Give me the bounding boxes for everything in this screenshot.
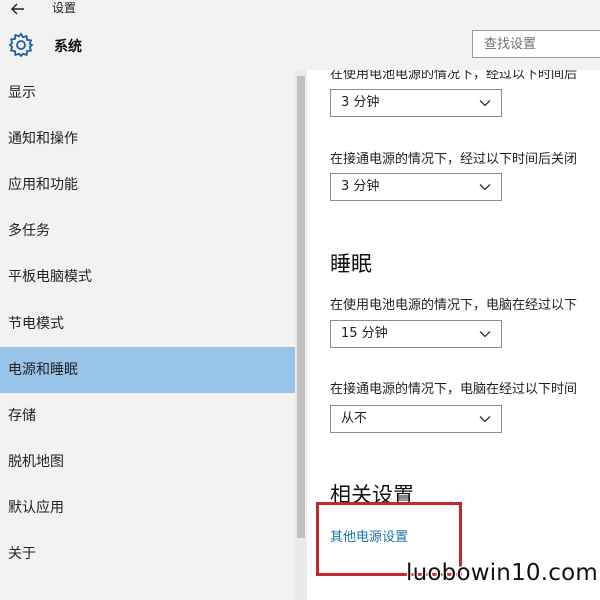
- window-title: 设置: [52, 1, 77, 15]
- select-value: 从不: [341, 411, 368, 426]
- page-title: 系统: [54, 39, 82, 55]
- sleep-plugged-select[interactable]: 从不: [330, 405, 502, 433]
- title-bar: 设置: [0, 0, 600, 20]
- sidebar-item-power-sleep[interactable]: 电源和睡眠: [0, 347, 295, 393]
- header: 系统: [0, 20, 600, 70]
- chevron-down-icon: [479, 331, 491, 338]
- screen-battery-select[interactable]: 3 分钟: [330, 89, 502, 117]
- sidebar-item-multitasking[interactable]: 多任务: [0, 208, 295, 254]
- sidebar-item-label: 应用和功能: [8, 177, 78, 193]
- screen-plugged-desc: 在接通电源的情况下，经过以下时间后关闭: [330, 152, 578, 167]
- sidebar-item-offline-maps[interactable]: 脱机地图: [0, 439, 295, 485]
- search-input[interactable]: [472, 30, 600, 58]
- arrow-left-icon: [11, 3, 24, 15]
- sleep-section-title: 睡眠: [330, 252, 372, 276]
- select-value: 15 分钟: [341, 326, 388, 341]
- sidebar: 显示 通知和操作 应用和功能 多任务 平板电脑模式 节电模式 电源和睡眠 存储 …: [0, 70, 295, 600]
- chevron-down-icon: [479, 100, 491, 107]
- sidebar-item-label: 脱机地图: [8, 454, 64, 470]
- sidebar-item-storage[interactable]: 存储: [0, 393, 295, 439]
- sleep-plugged-desc: 在接通电源的情况下，电脑在经过以下时间: [330, 382, 578, 397]
- watermark: luobowin10.com: [406, 560, 598, 586]
- sidebar-item-about[interactable]: 关于: [0, 531, 295, 577]
- sidebar-item-label: 关于: [8, 546, 36, 562]
- select-value: 3 分钟: [341, 95, 380, 110]
- sidebar-item-label: 多任务: [8, 223, 50, 239]
- sidebar-item-battery-saver[interactable]: 节电模式: [0, 301, 295, 347]
- sleep-battery-select[interactable]: 15 分钟: [330, 320, 502, 348]
- scrollbar-thumb[interactable]: [297, 76, 305, 538]
- sidebar-item-label: 电源和睡眠: [8, 362, 78, 378]
- sidebar-item-apps[interactable]: 应用和功能: [0, 162, 295, 208]
- sidebar-item-label: 通知和操作: [8, 131, 78, 147]
- sleep-battery-desc: 在使用电池电源的情况下，电脑在经过以下: [330, 298, 578, 313]
- select-value: 3 分钟: [341, 179, 380, 194]
- sidebar-item-tablet-mode[interactable]: 平板电脑模式: [0, 254, 295, 300]
- back-button[interactable]: [6, 0, 30, 18]
- chevron-down-icon: [479, 416, 491, 423]
- sidebar-item-label: 存储: [8, 408, 36, 424]
- sidebar-item-default-apps[interactable]: 默认应用: [0, 485, 295, 531]
- sidebar-item-label: 默认应用: [8, 500, 64, 516]
- sidebar-item-label: 节电模式: [8, 316, 64, 332]
- screen-plugged-select[interactable]: 3 分钟: [330, 173, 502, 201]
- sidebar-item-display[interactable]: 显示: [0, 70, 295, 116]
- sidebar-item-notifications[interactable]: 通知和操作: [0, 116, 295, 162]
- sidebar-item-label: 显示: [8, 85, 36, 101]
- screen-battery-desc: 在使用电池电源的情况下，经过以下时间后: [330, 70, 578, 82]
- gear-icon: [8, 32, 34, 58]
- chevron-down-icon: [479, 184, 491, 191]
- sidebar-item-label: 平板电脑模式: [8, 269, 92, 285]
